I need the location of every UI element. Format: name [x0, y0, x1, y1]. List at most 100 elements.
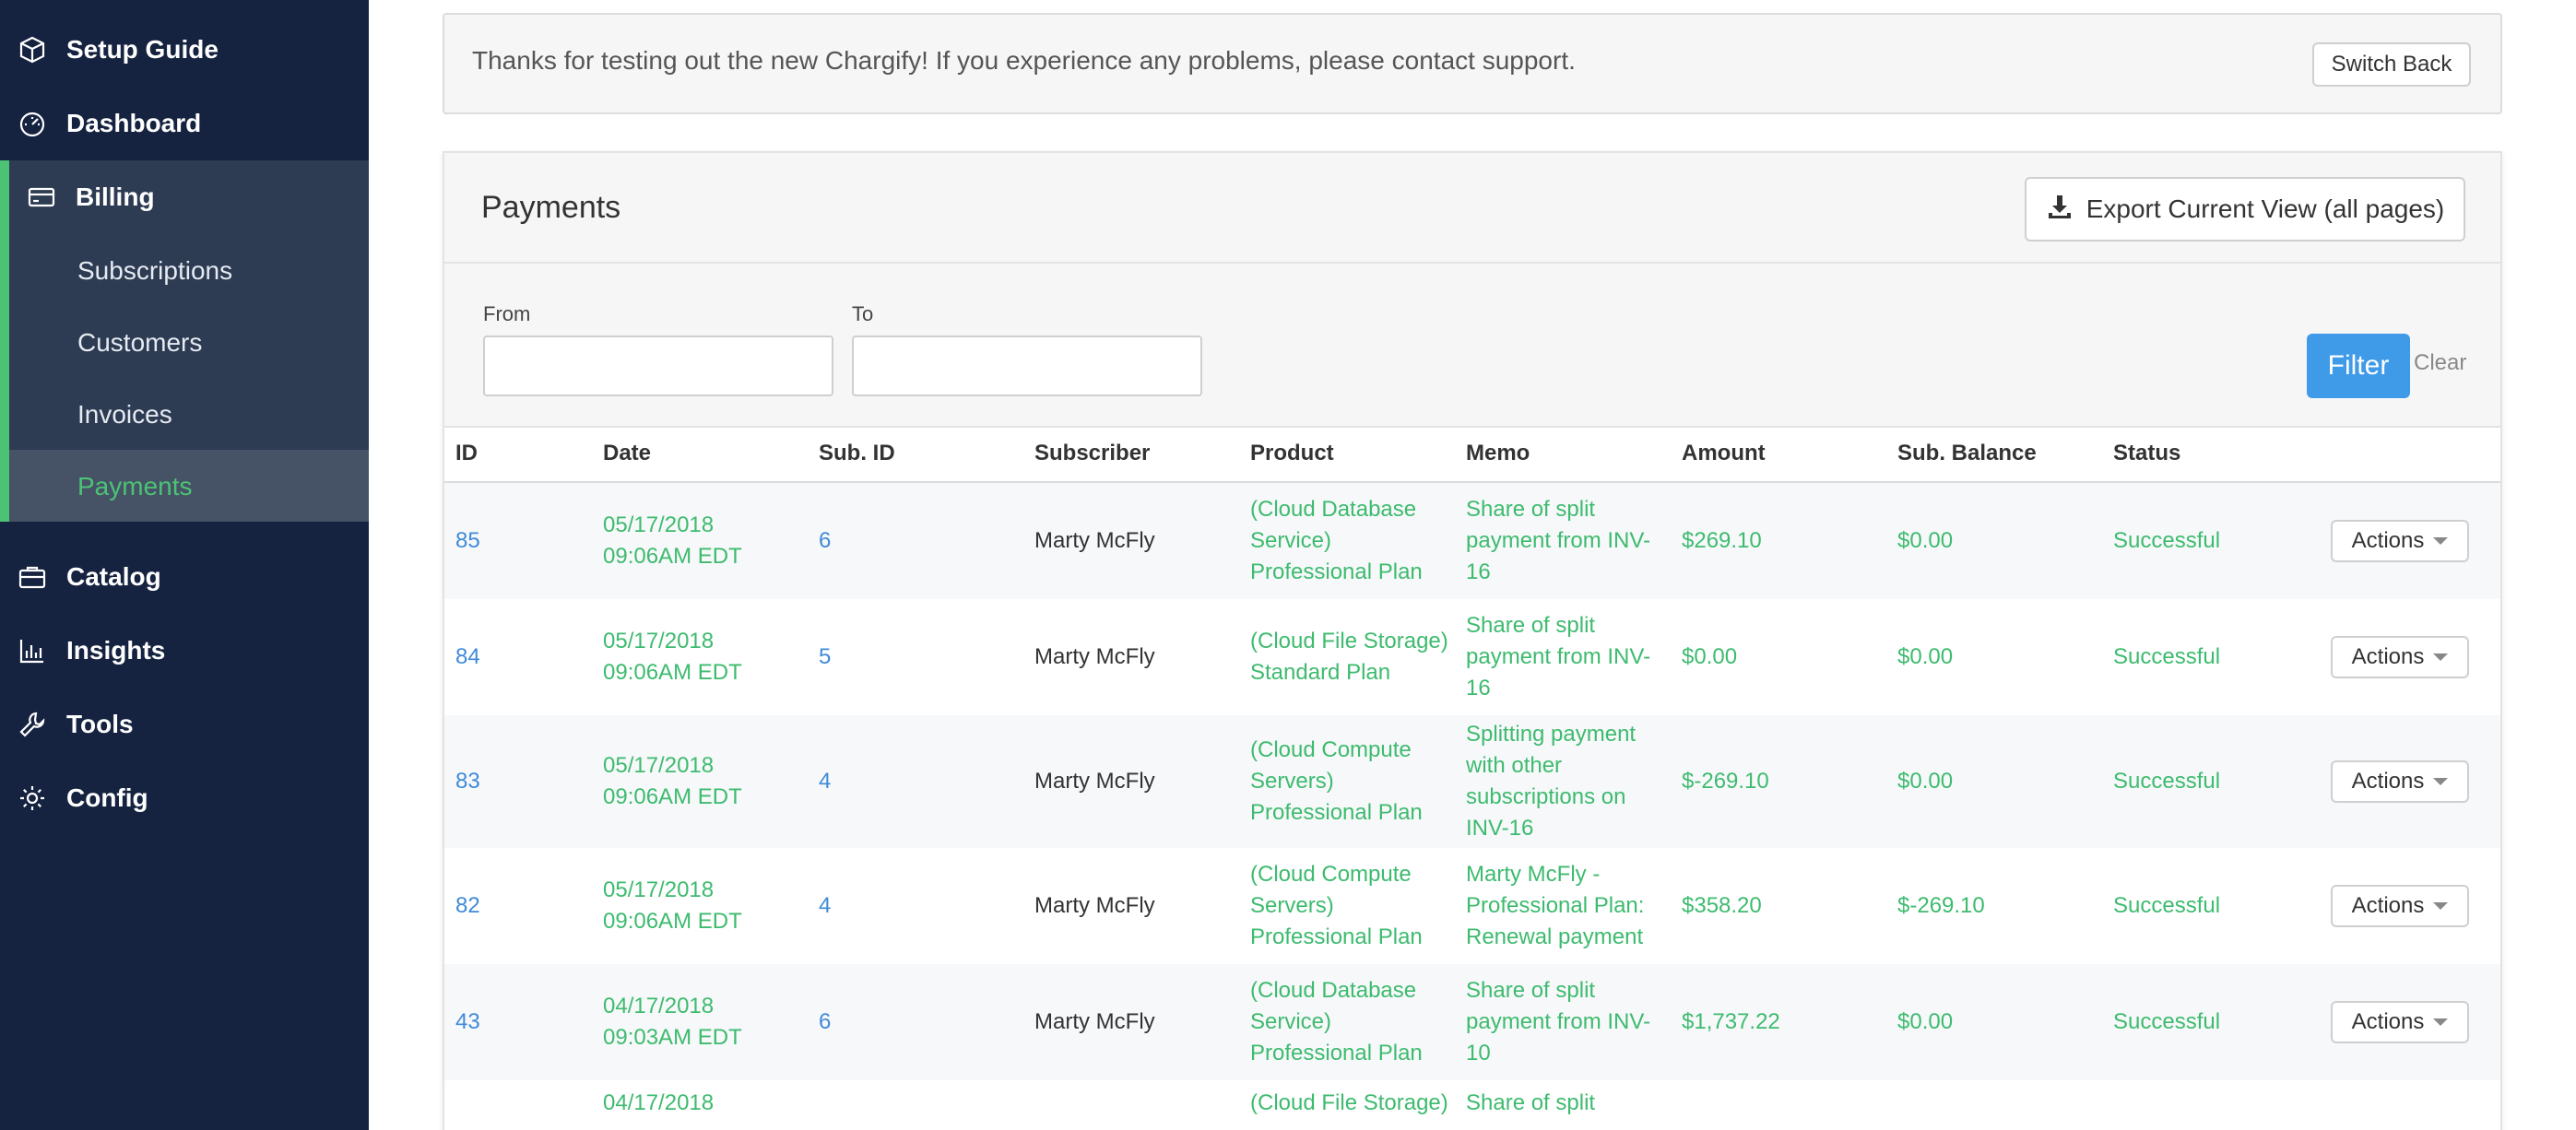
clear-filter-link[interactable]: Clear: [2414, 350, 2466, 376]
memo-text: Marty McFly - Professional Plan: Renewal…: [1466, 862, 1645, 949]
sub-balance-value: $0.00: [1897, 1009, 1954, 1034]
sidebar-item-label: Dashboard: [66, 109, 202, 137]
memo-text: Splitting payment with other subscriptio…: [1466, 722, 1637, 841]
actions-label: Actions: [2351, 644, 2425, 669]
caret-down-icon: [2433, 778, 2449, 785]
table-row: 82 05/17/2018 09:06AM EDT 4 Marty McFly (Clo…: [444, 848, 2500, 964]
actions-label: Actions: [2351, 893, 2425, 918]
column-header-date[interactable]: Date: [603, 441, 651, 466]
subscription-id-link[interactable]: 6: [819, 483, 1031, 599]
subscription-id-link[interactable]: 5: [819, 599, 1031, 715]
column-header-sub-balance[interactable]: Sub. Balance: [1897, 441, 2037, 466]
actions-dropdown-button[interactable]: Actions: [2331, 760, 2469, 803]
payment-id-link[interactable]: 84: [455, 599, 594, 715]
table-header: ID Date Sub. ID Subscriber Product Memo …: [444, 426, 2500, 483]
sidebar-subitem-subscriptions[interactable]: Subscriptions: [77, 256, 232, 286]
payment-date-link[interactable]: 05/17/2018 09:06AM EDT: [603, 715, 815, 848]
to-date-input[interactable]: [852, 335, 1202, 396]
table-row: 43 04/17/2018 09:03AM EDT 6 Marty McFly (Clo…: [444, 964, 2500, 1080]
payment-date-link[interactable]: 04/17/2018: [603, 1088, 815, 1119]
sidebar-item-dashboard[interactable]: Dashboard: [0, 87, 369, 160]
subscriber-name: Marty McFly: [1034, 769, 1155, 794]
beta-notice-banner: Thanks for testing out the new Chargify!…: [443, 13, 2502, 114]
amount-value: $358.20: [1682, 893, 1762, 918]
sidebar-item-billing[interactable]: Billing: [0, 160, 369, 234]
subscription-id-link[interactable]: 4: [819, 848, 1031, 964]
actions-dropdown-button[interactable]: Actions: [2331, 636, 2469, 678]
sidebar-item-catalog[interactable]: Catalog: [0, 540, 369, 614]
caret-down-icon: [2433, 537, 2449, 545]
caret-down-icon: [2433, 653, 2449, 661]
sidebar-item-label: Config: [66, 783, 148, 812]
switch-back-button[interactable]: Switch Back: [2312, 42, 2471, 87]
table-row: 85 05/17/2018 09:06AM EDT 6 Marty McFly (Clo…: [444, 483, 2500, 599]
bar-chart-icon: [17, 635, 48, 666]
from-date-input[interactable]: [483, 335, 833, 396]
gauge-icon: [17, 108, 48, 139]
column-header-memo[interactable]: Memo: [1466, 441, 1530, 466]
actions-label: Actions: [2351, 528, 2425, 553]
column-header-status[interactable]: Status: [2113, 441, 2180, 466]
product-link[interactable]: (Cloud Database Service) Professional Pl…: [1250, 964, 1462, 1080]
sidebar-subitem-payments[interactable]: Payments: [77, 472, 193, 501]
product-link[interactable]: (Cloud File Storage) Standard Plan: [1250, 599, 1462, 715]
payment-date-link[interactable]: 04/17/2018 09:03AM EDT: [603, 964, 815, 1080]
sub-balance-value: $0.00: [1897, 528, 1954, 553]
sidebar-item-config[interactable]: Config: [0, 761, 369, 835]
column-header-id[interactable]: ID: [455, 441, 478, 466]
sidebar-item-label: Catalog: [66, 562, 161, 591]
product-link[interactable]: (Cloud File Storage): [1250, 1088, 1462, 1119]
column-header-amount[interactable]: Amount: [1682, 441, 1766, 466]
subscription-id-link[interactable]: 4: [819, 715, 1031, 848]
sidebar-item-tools[interactable]: Tools: [0, 688, 369, 761]
sidebar-item-setup-guide[interactable]: Setup Guide: [0, 13, 369, 87]
briefcase-icon: [17, 561, 48, 593]
payments-panel: Payments Export Current View (all pages)…: [443, 151, 2502, 1130]
actions-dropdown-button[interactable]: Actions: [2331, 1001, 2469, 1043]
payment-id-link[interactable]: 85: [455, 483, 594, 599]
sidebar-item-label: Tools: [66, 710, 134, 738]
column-header-sub-id[interactable]: Sub. ID: [819, 441, 895, 466]
payment-id-link[interactable]: 83: [455, 715, 594, 848]
billing-section: Billing Subscriptions Customers Invoices…: [0, 160, 369, 522]
subscription-id-link[interactable]: 6: [819, 964, 1031, 1080]
status-text: Successful: [2113, 528, 2221, 553]
filter-button[interactable]: Filter: [2307, 334, 2410, 398]
sidebar: Setup Guide Dashboard Billing Subscripti…: [0, 0, 369, 1130]
actions-dropdown-button[interactable]: Actions: [2331, 885, 2469, 927]
from-label: From: [483, 302, 531, 325]
download-icon: [2046, 193, 2074, 227]
amount-value: $0.00: [1682, 644, 1738, 669]
payment-id-link[interactable]: 43: [455, 964, 594, 1080]
sidebar-item-label: Setup Guide: [66, 35, 219, 64]
column-header-subscriber[interactable]: Subscriber: [1034, 441, 1150, 466]
amount-value: $1,737.22: [1682, 1009, 1780, 1034]
memo-text: Share of split: [1466, 1090, 1596, 1115]
sidebar-subitem-customers[interactable]: Customers: [77, 328, 202, 358]
sub-balance-value: $-269.10: [1897, 893, 1985, 918]
status-text: Successful: [2113, 1009, 2221, 1034]
export-button[interactable]: Export Current View (all pages): [2025, 177, 2465, 241]
column-header-product[interactable]: Product: [1250, 441, 1334, 466]
sidebar-subitem-invoices[interactable]: Invoices: [77, 400, 172, 430]
actions-dropdown-button[interactable]: Actions: [2331, 520, 2469, 562]
memo-text: Share of split payment from INV- 10: [1466, 978, 1651, 1065]
product-link[interactable]: (Cloud Compute Servers) Professional Pla…: [1250, 848, 1462, 964]
caret-down-icon: [2433, 902, 2449, 910]
notice-text: Thanks for testing out the new Chargify!…: [472, 46, 1576, 75]
table-row: 04/17/2018 (Cloud File Storage) Share of s…: [444, 1080, 2500, 1130]
amount-value: $-269.10: [1682, 769, 1769, 794]
credit-card-icon: [26, 182, 57, 213]
page-title: Payments: [481, 190, 621, 225]
product-link[interactable]: (Cloud Compute Servers) Professional Pla…: [1250, 715, 1462, 848]
sidebar-item-insights[interactable]: Insights: [0, 614, 369, 688]
caret-down-icon: [2433, 1018, 2449, 1026]
status-text: Successful: [2113, 644, 2221, 669]
payment-date-link[interactable]: 05/17/2018 09:06AM EDT: [603, 848, 815, 964]
product-link[interactable]: (Cloud Database Service) Professional Pl…: [1250, 483, 1462, 599]
payment-date-link[interactable]: 05/17/2018 09:06AM EDT: [603, 483, 815, 599]
payment-id-link[interactable]: 82: [455, 848, 594, 964]
sidebar-item-label: Billing: [76, 182, 155, 211]
memo-text: Share of split payment from INV- 16: [1466, 497, 1651, 584]
payment-date-link[interactable]: 05/17/2018 09:06AM EDT: [603, 599, 815, 715]
